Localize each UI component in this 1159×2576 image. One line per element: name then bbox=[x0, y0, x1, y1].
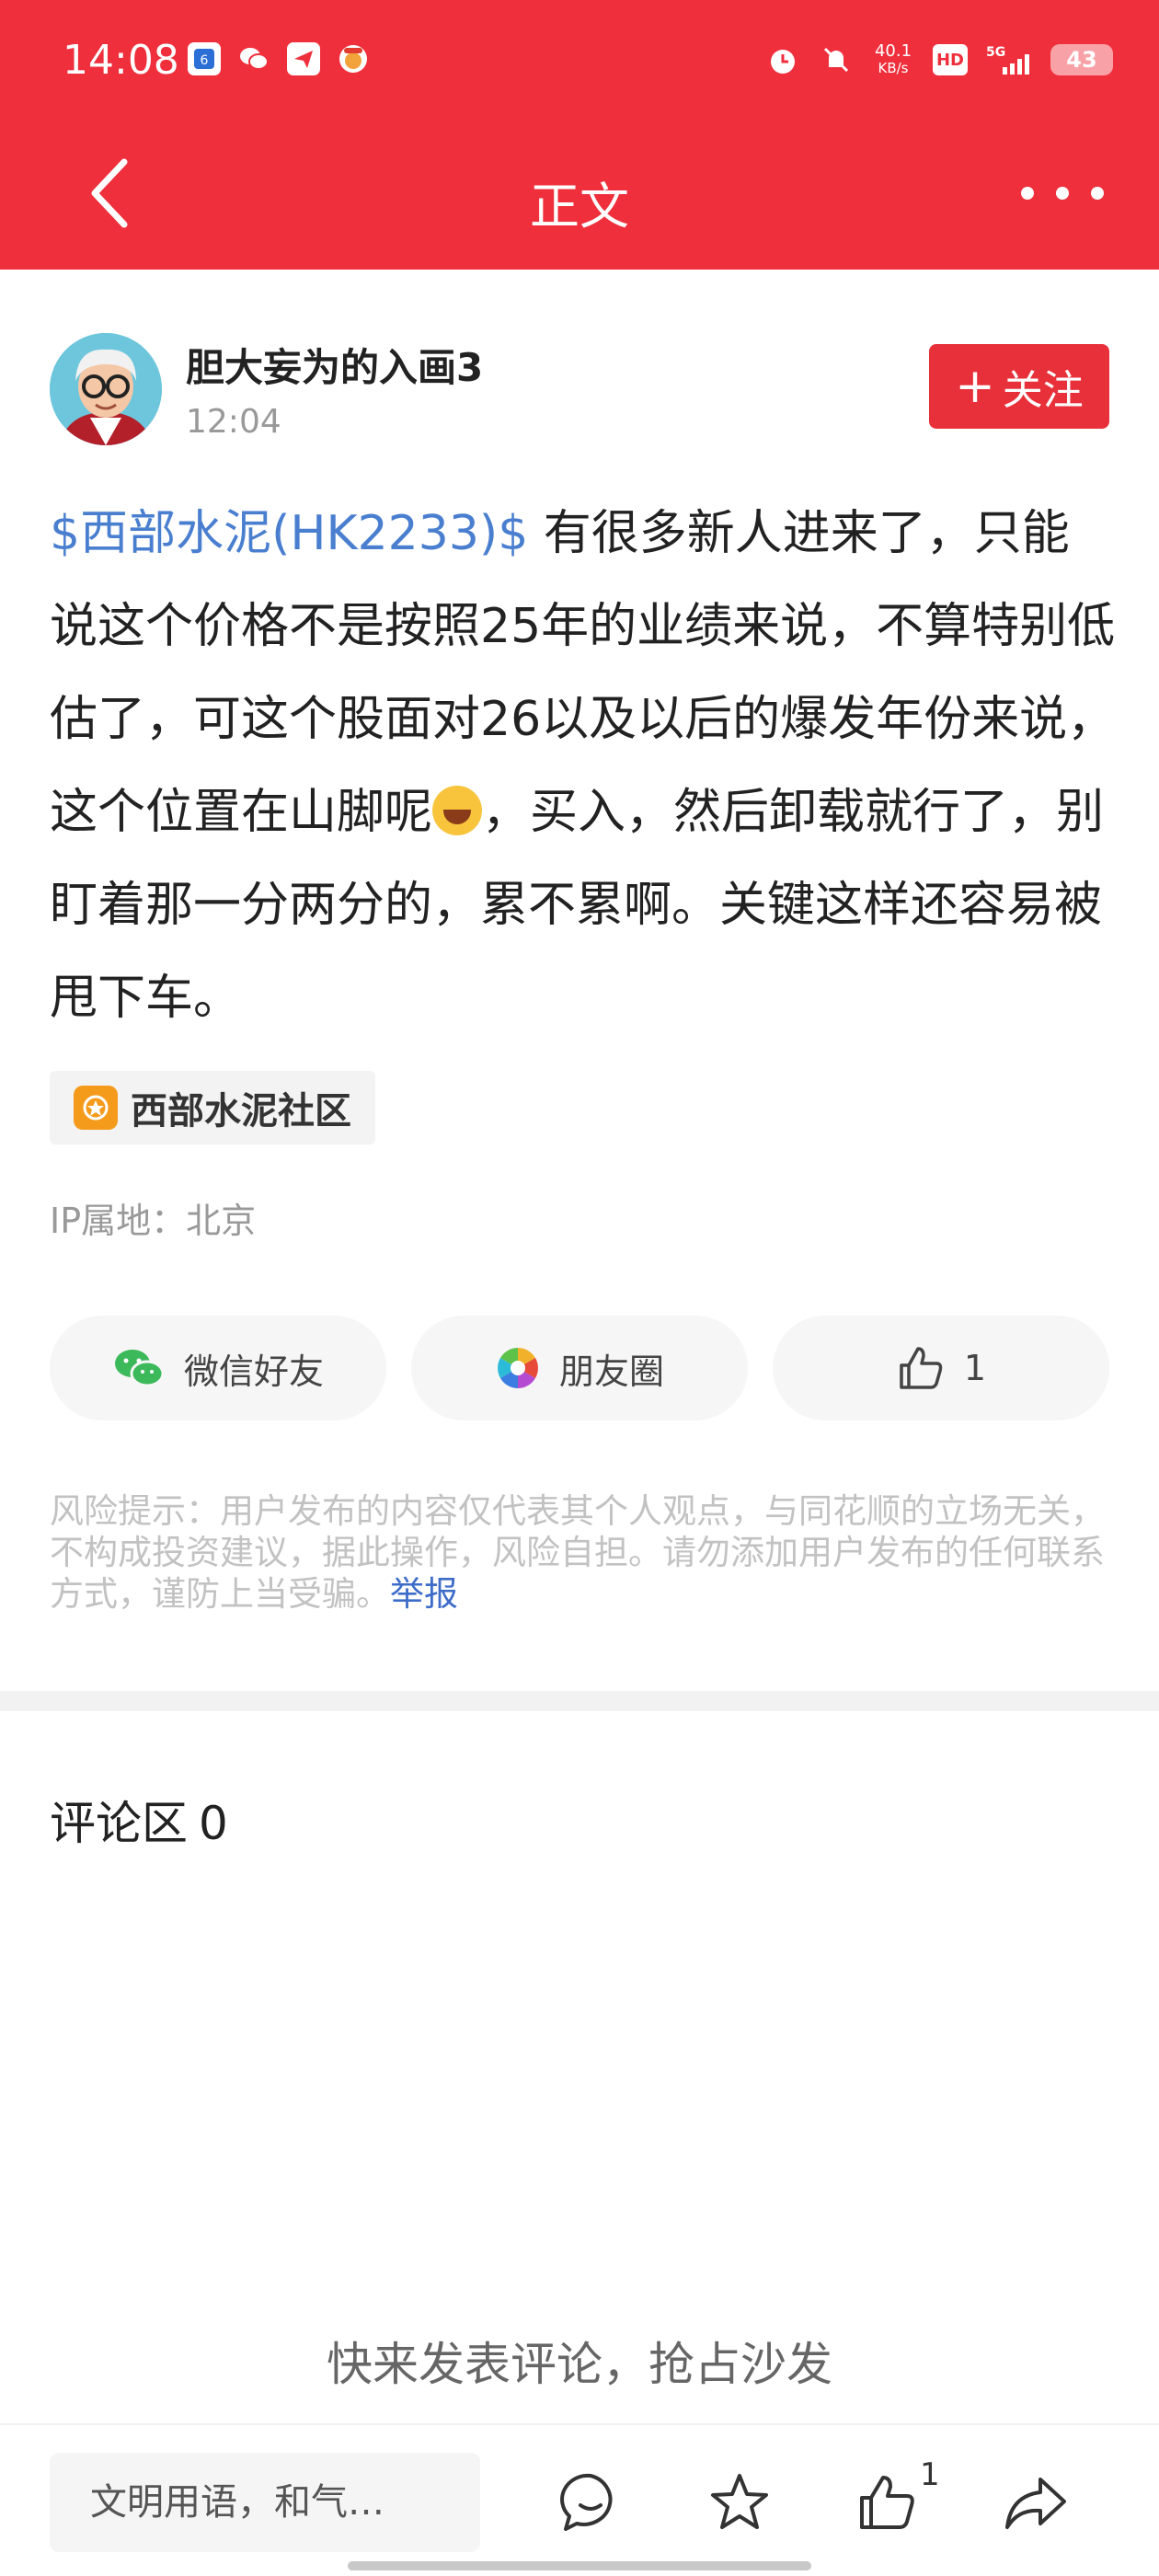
wechat-icon bbox=[114, 1350, 165, 1387]
bottom-like-button[interactable] bbox=[848, 2464, 925, 2541]
mute-bell-icon bbox=[819, 42, 854, 77]
comment-bubble-icon bbox=[560, 2473, 613, 2531]
follow-button[interactable]: + 关注 bbox=[929, 344, 1109, 429]
star-icon bbox=[711, 2474, 768, 2529]
section-divider bbox=[0, 1691, 1159, 1711]
avatar[interactable] bbox=[50, 333, 162, 445]
status-notification-icons: 6 bbox=[188, 42, 370, 75]
topic-community-chip[interactable]: 西部水泥社区 bbox=[50, 1071, 375, 1144]
community-icon bbox=[74, 1086, 118, 1130]
more-dot-icon bbox=[1091, 187, 1104, 200]
network-speed-unit: KB/s bbox=[878, 60, 909, 76]
battery-indicator: 43 bbox=[1050, 44, 1113, 75]
svg-text:5G: 5G bbox=[986, 45, 1005, 60]
signal-icon: 5G bbox=[986, 42, 1032, 77]
comments-empty-hint: 快来发表评论，抢占沙发 bbox=[327, 2338, 832, 2391]
more-dot-icon bbox=[1056, 187, 1069, 200]
report-link[interactable]: 举报 bbox=[390, 1574, 458, 1614]
favorite-button[interactable] bbox=[701, 2464, 778, 2541]
game-notification-icon bbox=[337, 42, 370, 75]
post-time: 12:04 bbox=[186, 403, 281, 441]
network-speed: 40.1 KB/s bbox=[872, 41, 914, 77]
comment-button[interactable] bbox=[552, 2464, 629, 2541]
share-arrow-icon bbox=[1005, 2478, 1066, 2529]
laughing-tears-emoji-icon bbox=[432, 786, 483, 835]
svg-text:6: 6 bbox=[201, 53, 209, 68]
risk-disclaimer: 风险提示：用户发布的内容仅代表其个人观点，与同花顺的立场无关，不构成投资建议，据… bbox=[50, 1490, 1117, 1615]
share-wechat-label: 微信好友 bbox=[183, 1351, 324, 1392]
share-moments-button[interactable]: 朋友圈 bbox=[411, 1316, 748, 1420]
thumbs-up-icon bbox=[860, 2476, 914, 2529]
more-dot-icon bbox=[1021, 187, 1034, 200]
share-button[interactable] bbox=[997, 2464, 1074, 2541]
moments-aperture-icon bbox=[498, 1348, 538, 1388]
share-moments-label: 朋友圈 bbox=[558, 1351, 664, 1392]
network-speed-value: 40.1 bbox=[874, 41, 912, 61]
plus-icon: + bbox=[955, 359, 995, 414]
like-count: 1 bbox=[963, 1348, 987, 1388]
comments-title: 评论区 bbox=[50, 1797, 188, 1850]
ip-location: IP属地：北京 bbox=[50, 1201, 257, 1241]
risk-text: 风险提示：用户发布的内容仅代表其个人观点，与同花顺的立场无关，不构成投资建议，据… bbox=[50, 1491, 1105, 1614]
share-wechat-button[interactable]: 微信好友 bbox=[50, 1316, 386, 1420]
more-options-button[interactable] bbox=[1021, 166, 1104, 221]
author-row: 胆大妄为的入画3 12:04 + 关注 bbox=[50, 331, 1109, 446]
wechat-notification-icon bbox=[237, 42, 270, 75]
app-header: 14:08 6 40.1 KB/s HD 5G 43 正文 bbox=[0, 0, 1159, 270]
bottom-action-bar: 1 bbox=[0, 2423, 1159, 2576]
share-actions: 微信好友 朋友圈 1 bbox=[50, 1316, 1109, 1420]
nav-bar: 正文 bbox=[0, 138, 1159, 248]
hd-badge: HD bbox=[933, 44, 968, 75]
follow-label: 关注 bbox=[1002, 367, 1084, 414]
status-system-icons: 40.1 KB/s HD 5G 43 bbox=[765, 37, 1113, 83]
paper-plane-notification-icon bbox=[287, 42, 320, 75]
app-notification-icon: 6 bbox=[188, 42, 221, 75]
home-indicator[interactable] bbox=[348, 2561, 811, 2570]
comment-input[interactable] bbox=[50, 2453, 480, 2552]
bottom-like-count: 1 bbox=[920, 2456, 940, 2493]
comments-header: 评论区 0 bbox=[50, 1787, 228, 1853]
stock-tag-link[interactable]: $西部水泥(HK2233)$ bbox=[50, 506, 528, 561]
thumbs-up-icon bbox=[900, 1347, 943, 1389]
status-bar: 14:08 6 40.1 KB/s HD 5G 43 bbox=[0, 0, 1159, 120]
alarm-icon bbox=[765, 42, 800, 77]
comments-count: 0 bbox=[199, 1797, 228, 1850]
author-name[interactable]: 胆大妄为的入画3 bbox=[186, 337, 483, 393]
page-title: 正文 bbox=[530, 178, 629, 236]
status-time: 14:08 bbox=[63, 37, 179, 84]
like-button[interactable]: 1 bbox=[773, 1316, 1109, 1420]
topic-label: 西部水泥社区 bbox=[131, 1090, 351, 1133]
post-content: $西部水泥(HK2233)$ 有很多新人进来了，只能说这个价格不是按照25年的业… bbox=[50, 488, 1117, 1045]
